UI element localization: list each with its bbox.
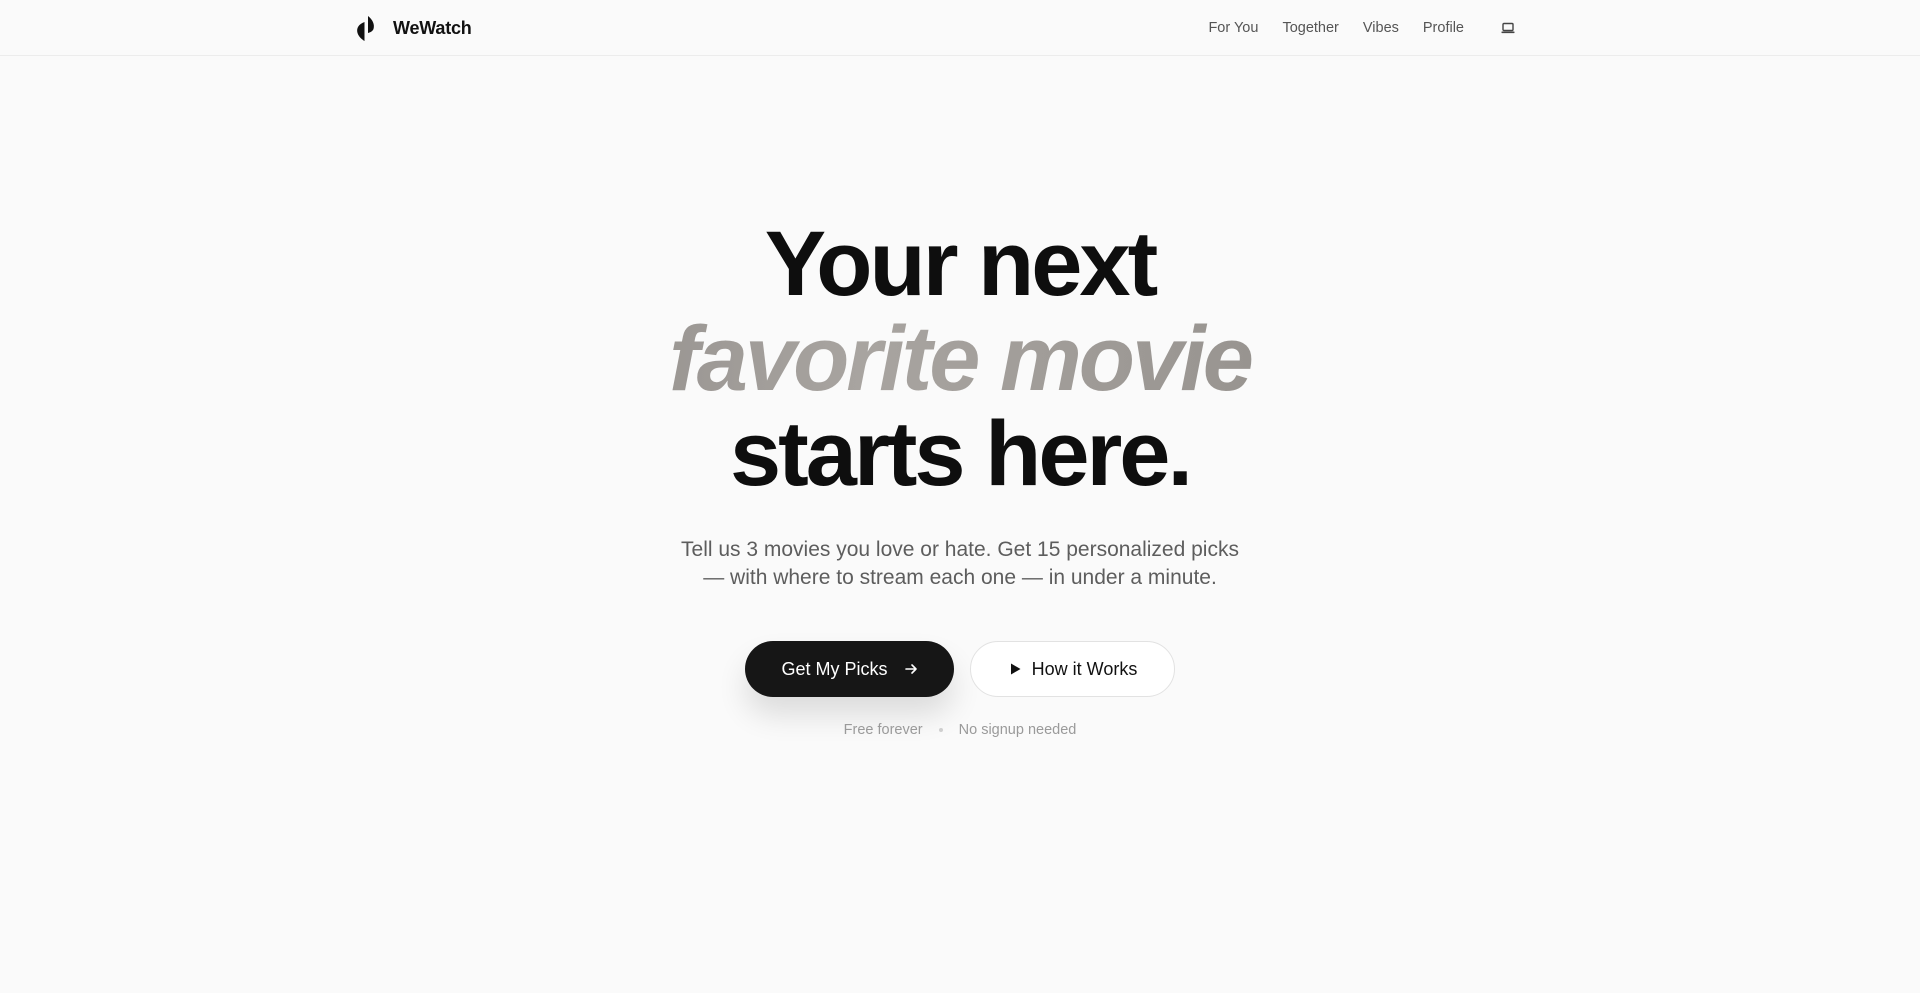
nav-item-together[interactable]: Together: [1282, 20, 1338, 36]
nav-item-for-you[interactable]: For You: [1208, 20, 1258, 36]
main-nav: For You Together Vibes Profile: [1208, 0, 1516, 56]
nav-item-profile[interactable]: Profile: [1423, 20, 1464, 36]
brand-name: WeWatch: [393, 17, 472, 38]
get-my-picks-label: Get My Picks: [781, 658, 888, 679]
separator-dot: [938, 728, 943, 732]
subtitle-line-2: — with where to stream each one — in und…: [703, 566, 1217, 589]
split-drop-logo-icon: [357, 16, 374, 41]
nav-item-vibes[interactable]: Vibes: [1363, 20, 1399, 36]
headline-line-1: Your next: [764, 213, 1158, 315]
hero-subtitle: Tell us 3 movies you love or hate. Get 1…: [560, 536, 1360, 592]
top-navigation-bar: WeWatch For You Together Vibes Profile: [0, 0, 1920, 56]
subtitle-line-1: Tell us 3 movies you love or hate. Get 1…: [681, 538, 1239, 561]
headline-line-2-accent: favorite movie: [0, 311, 1920, 407]
play-icon: [1010, 663, 1021, 675]
footnote-free-forever: Free forever: [843, 722, 923, 738]
how-it-works-label: How it Works: [1031, 658, 1138, 679]
brand[interactable]: WeWatch: [353, 14, 472, 42]
footnote-no-signup: No signup needed: [958, 722, 1077, 738]
laptop-icon[interactable]: [1500, 20, 1516, 36]
headline-line-3: starts here.: [729, 403, 1193, 505]
footnote: Free forever No signup needed: [0, 722, 1920, 738]
arrow-right-icon: [904, 664, 917, 674]
get-my-picks-button[interactable]: Get My Picks: [745, 641, 954, 697]
cta-row: Get My Picks How it Works: [745, 641, 1175, 697]
how-it-works-button[interactable]: How it Works: [970, 641, 1175, 697]
